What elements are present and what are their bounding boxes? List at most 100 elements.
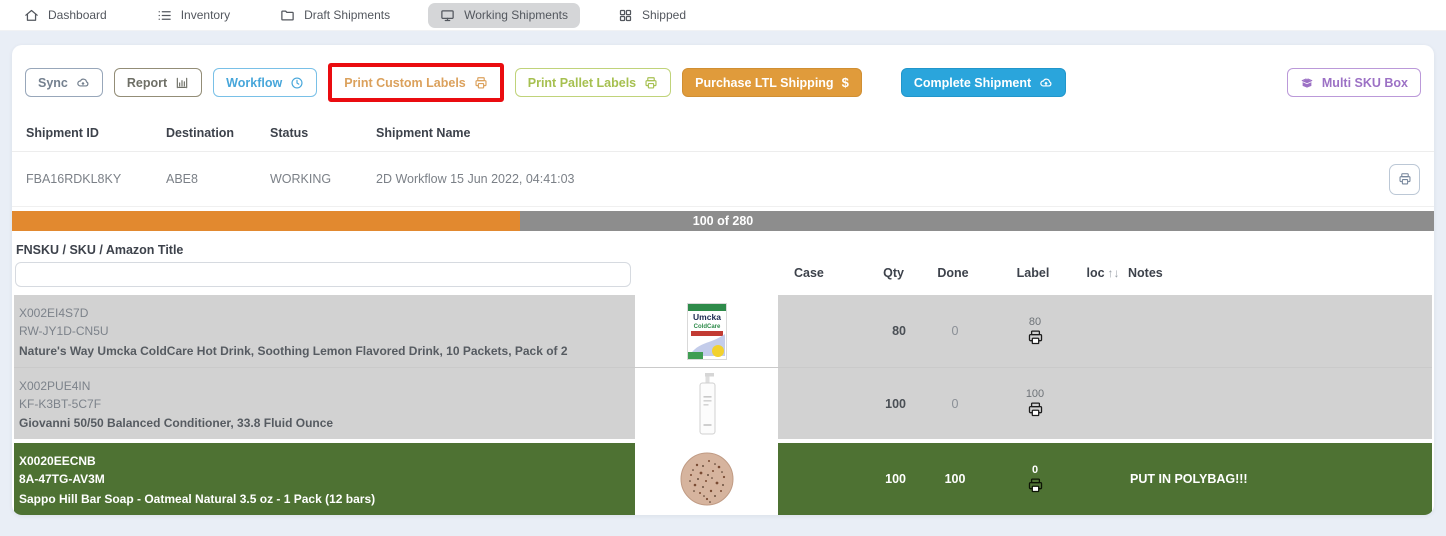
grid-icon <box>618 8 633 23</box>
red-highlight-box: Print Custom Labels <box>328 63 504 102</box>
col-notes: Notes <box>1128 266 1434 280</box>
working-shipment-card: Sync Report Workflow Print Custom Labels… <box>12 45 1434 515</box>
product-image-oatmeal-soap <box>635 443 778 515</box>
print-label-icon[interactable] <box>1027 401 1044 418</box>
product-image-conditioner-bottle <box>635 368 778 439</box>
print-pallet-labels-button[interactable]: Print Pallet Labels <box>515 68 671 97</box>
print-pallet-labels-label: Print Pallet Labels <box>528 76 636 90</box>
multi-sku-box-label: Multi SKU Box <box>1322 76 1408 90</box>
printer-icon <box>644 76 658 90</box>
nav-label: Working Shipments <box>464 8 568 22</box>
item-title: Sappo Hill Bar Soap - Oatmeal Natural 3.… <box>19 492 623 508</box>
item-case <box>778 295 836 367</box>
shipment-print-button[interactable] <box>1389 164 1420 195</box>
complete-shipment-button[interactable]: Complete Shipment <box>901 68 1066 97</box>
purchase-ltl-label: Purchase LTL Shipping <box>695 76 833 90</box>
shipment-destination: ABE8 <box>166 172 270 186</box>
item-case <box>778 443 836 515</box>
nav-label: Draft Shipments <box>304 8 390 22</box>
item-sku: 8A-47TG-AV3M <box>19 470 623 488</box>
printer-icon <box>1398 172 1412 186</box>
print-label-icon[interactable] <box>1027 329 1044 346</box>
nav-label: Shipped <box>642 8 686 22</box>
toolbar: Sync Report Workflow Print Custom Labels… <box>12 45 1434 115</box>
col-loc: loc <box>1086 266 1104 280</box>
item-label-count: 0 <box>1032 465 1038 476</box>
shipment-table-header: Shipment ID Destination Status Shipment … <box>12 115 1434 152</box>
complete-shipment-label: Complete Shipment <box>914 76 1031 90</box>
list-icon <box>157 8 172 23</box>
box-icon <box>1300 76 1314 90</box>
shipment-name: 2D Workflow 15 Jun 2022, 04:41:03 <box>376 172 1366 186</box>
progress-label: 100 of 280 <box>12 211 1434 231</box>
progress-bar: 100 of 280 <box>12 211 1434 231</box>
item-done: 100 <box>920 443 990 515</box>
col-qty: Qty <box>834 266 918 280</box>
nav-item-dashboard[interactable]: Dashboard <box>12 3 119 28</box>
item-sku: KF-K3BT-5C7F <box>19 395 623 413</box>
nav-item-inventory[interactable]: Inventory <box>145 3 242 28</box>
home-icon <box>24 8 39 23</box>
item-row: X002EI4S7D RW-JY1D-CN5U Nature's Way Umc… <box>14 295 1432 367</box>
item-fnsku: X002PUE4IN <box>19 377 623 395</box>
top-nav: Dashboard Inventory Draft Shipments Work… <box>0 0 1446 31</box>
item-fnsku: X002EI4S7D <box>19 304 623 322</box>
item-notes: PUT IN POLYBAG!!! <box>1130 443 1432 515</box>
col-shipment-name: Shipment Name <box>376 126 1366 140</box>
monitor-icon <box>440 8 455 23</box>
nav-label: Dashboard <box>48 8 107 22</box>
col-done: Done <box>918 266 988 280</box>
workflow-button[interactable]: Workflow <box>213 68 317 97</box>
search-label: FNSKU / SKU / Amazon Title <box>16 243 633 257</box>
item-label-count: 100 <box>1026 389 1044 400</box>
item-case <box>778 368 836 439</box>
item-done: 0 <box>920 295 990 367</box>
product-image-umcka-coldcare: Umcka ColdCare <box>635 295 778 367</box>
printer-icon <box>474 76 488 90</box>
item-sku: RW-JY1D-CN5U <box>19 322 623 340</box>
multi-sku-box-button[interactable]: Multi SKU Box <box>1287 68 1421 97</box>
item-notes <box>1130 295 1432 367</box>
folder-icon <box>280 8 295 23</box>
report-button-label: Report <box>127 76 167 90</box>
sync-button-label: Sync <box>38 76 68 90</box>
report-button[interactable]: Report <box>114 68 202 97</box>
svg-text:Umcka: Umcka <box>693 312 721 322</box>
col-case: Case <box>776 266 834 280</box>
dollar-icon: $ <box>842 75 849 90</box>
cloud-upload-icon <box>1039 76 1053 90</box>
item-qty: 100 <box>836 443 920 515</box>
col-destination: Destination <box>166 126 270 140</box>
nav-item-draft-shipments[interactable]: Draft Shipments <box>268 3 402 28</box>
search-input[interactable] <box>15 262 631 287</box>
col-status: Status <box>270 126 376 140</box>
clock-icon <box>290 76 304 90</box>
col-shipment-id: Shipment ID <box>26 126 166 140</box>
shipment-id: FBA16RDKL8KY <box>26 172 166 186</box>
print-custom-labels-label: Print Custom Labels <box>344 76 466 90</box>
shipment-status: WORKING <box>270 172 376 186</box>
item-notes <box>1130 368 1432 439</box>
item-qty: 100 <box>836 368 920 439</box>
purchase-ltl-shipping-button[interactable]: Purchase LTL Shipping $ <box>682 68 862 97</box>
item-row: X002PUE4IN KF-K3BT-5C7F Giovanni 50/50 B… <box>14 367 1432 439</box>
workflow-button-label: Workflow <box>226 76 282 90</box>
svg-text:ColdCare: ColdCare <box>693 324 720 330</box>
item-label-count: 80 <box>1029 317 1041 328</box>
print-custom-labels-button[interactable]: Print Custom Labels <box>333 68 499 97</box>
item-done: 0 <box>920 368 990 439</box>
items-table-header: FNSKU / SKU / Amazon Title Case Qty Done… <box>12 231 1434 295</box>
sort-icon[interactable]: ↑↓ <box>1108 266 1120 280</box>
bar-chart-icon <box>175 76 189 90</box>
nav-item-working-shipments[interactable]: Working Shipments <box>428 3 580 28</box>
item-row: X0020EECNB 8A-47TG-AV3M Sappo Hill Bar S… <box>14 443 1432 515</box>
sync-button[interactable]: Sync <box>25 68 103 97</box>
item-qty: 80 <box>836 295 920 367</box>
cloud-sync-icon <box>76 76 90 90</box>
item-fnsku: X0020EECNB <box>19 452 623 470</box>
item-title: Nature's Way Umcka ColdCare Hot Drink, S… <box>19 344 623 360</box>
item-title: Giovanni 50/50 Balanced Conditioner, 33.… <box>19 416 623 432</box>
col-label: Label <box>988 266 1078 280</box>
print-label-icon[interactable] <box>1027 477 1044 494</box>
nav-item-shipped[interactable]: Shipped <box>606 3 698 28</box>
